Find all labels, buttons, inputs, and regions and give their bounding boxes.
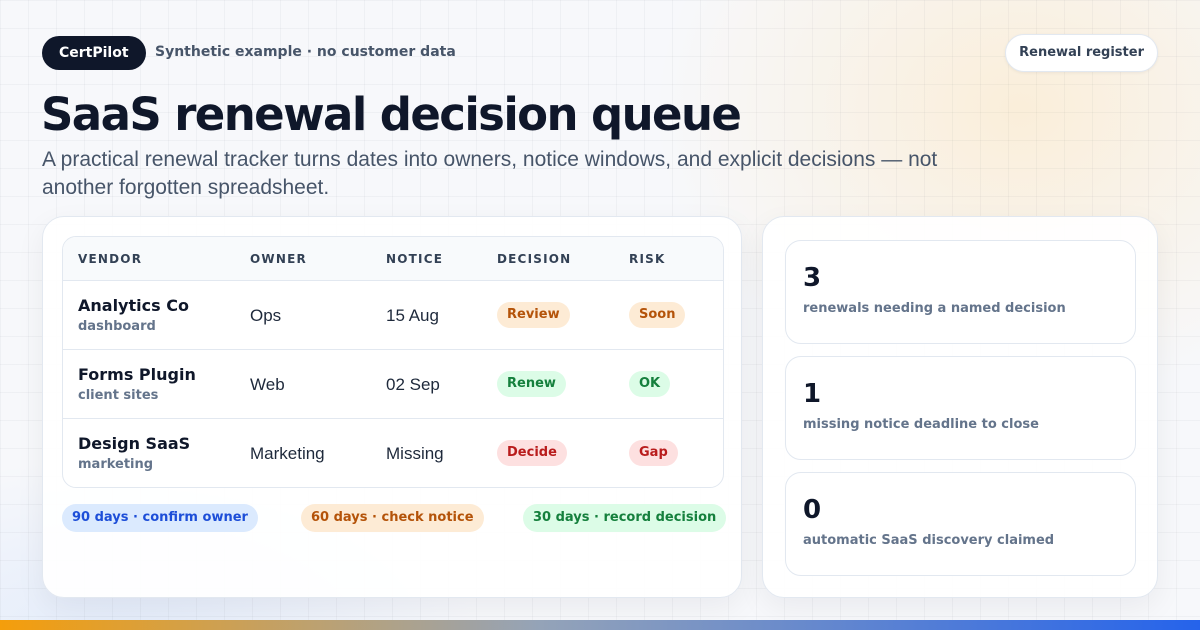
table-header: VENDOR OWNER NOTICE DECISION RISK: [63, 237, 723, 281]
timeline-step-30-days: 30 days · record decision: [523, 504, 727, 532]
risk-badge: OK: [629, 371, 671, 397]
synthetic-data-note: Synthetic example · no customer data: [155, 44, 456, 60]
stat-value: 3: [803, 263, 822, 293]
column-header-risk: RISK: [629, 252, 666, 266]
column-header-vendor: VENDOR: [78, 252, 143, 266]
table-row[interactable]: Forms Plugin client sites Web 02 Sep Ren…: [63, 350, 723, 419]
vendor-scope: dashboard: [78, 319, 156, 334]
owner-cell: Marketing: [250, 444, 325, 463]
timeline-step-60-days: 60 days · check notice: [301, 504, 484, 532]
stat-card: 1 missing notice deadline to close: [785, 356, 1136, 460]
page-subtitle: A practical renewal tracker turns dates …: [42, 148, 938, 199]
vendor-scope: client sites: [78, 388, 159, 403]
renewal-register-button[interactable]: Renewal register: [1005, 34, 1158, 72]
vendor-name: Design SaaS: [78, 434, 191, 453]
decision-badge: Decide: [497, 440, 567, 466]
risk-badge: Soon: [629, 302, 686, 328]
brand-badge: CertPilot: [42, 36, 146, 70]
vendor-name: Analytics Co: [78, 296, 189, 315]
stat-label: missing notice deadline to close: [803, 417, 1039, 432]
notice-cell: 02 Sep: [386, 375, 440, 394]
summary-stats-card: 3 renewals needing a named decision 1 mi…: [762, 216, 1158, 598]
vendor-scope: marketing: [78, 457, 154, 472]
decision-badge: Review: [497, 302, 570, 328]
risk-badge: Gap: [629, 440, 678, 466]
vendor-name: Forms Plugin: [78, 365, 196, 384]
table-row[interactable]: Analytics Co dashboard Ops 15 Aug Review…: [63, 281, 723, 350]
owner-cell: Web: [250, 375, 285, 394]
stat-value: 1: [803, 379, 822, 409]
renewal-queue-card: VENDOR OWNER NOTICE DECISION RISK Analyt…: [42, 216, 742, 598]
stat-card: 3 renewals needing a named decision: [785, 240, 1136, 344]
column-header-notice: NOTICE: [386, 252, 444, 266]
page-title: SaaS renewal decision queue: [41, 88, 742, 141]
bottom-accent-bar: [0, 620, 1200, 630]
stat-label: automatic SaaS discovery claimed: [803, 533, 1055, 548]
owner-cell: Ops: [250, 306, 282, 325]
stat-label: renewals needing a named decision: [803, 301, 1066, 316]
column-header-owner: OWNER: [250, 252, 307, 266]
column-header-decision: DECISION: [497, 252, 572, 266]
notice-cell: Missing: [386, 444, 444, 463]
table-row[interactable]: Design SaaS marketing Marketing Missing …: [63, 419, 723, 487]
renewal-table: VENDOR OWNER NOTICE DECISION RISK Analyt…: [62, 236, 724, 488]
notice-cell: 15 Aug: [386, 306, 439, 325]
stat-value: 0: [803, 495, 822, 525]
stat-card: 0 automatic SaaS discovery claimed: [785, 472, 1136, 576]
decision-badge: Renew: [497, 371, 566, 397]
timeline-step-90-days: 90 days · confirm owner: [62, 504, 258, 532]
